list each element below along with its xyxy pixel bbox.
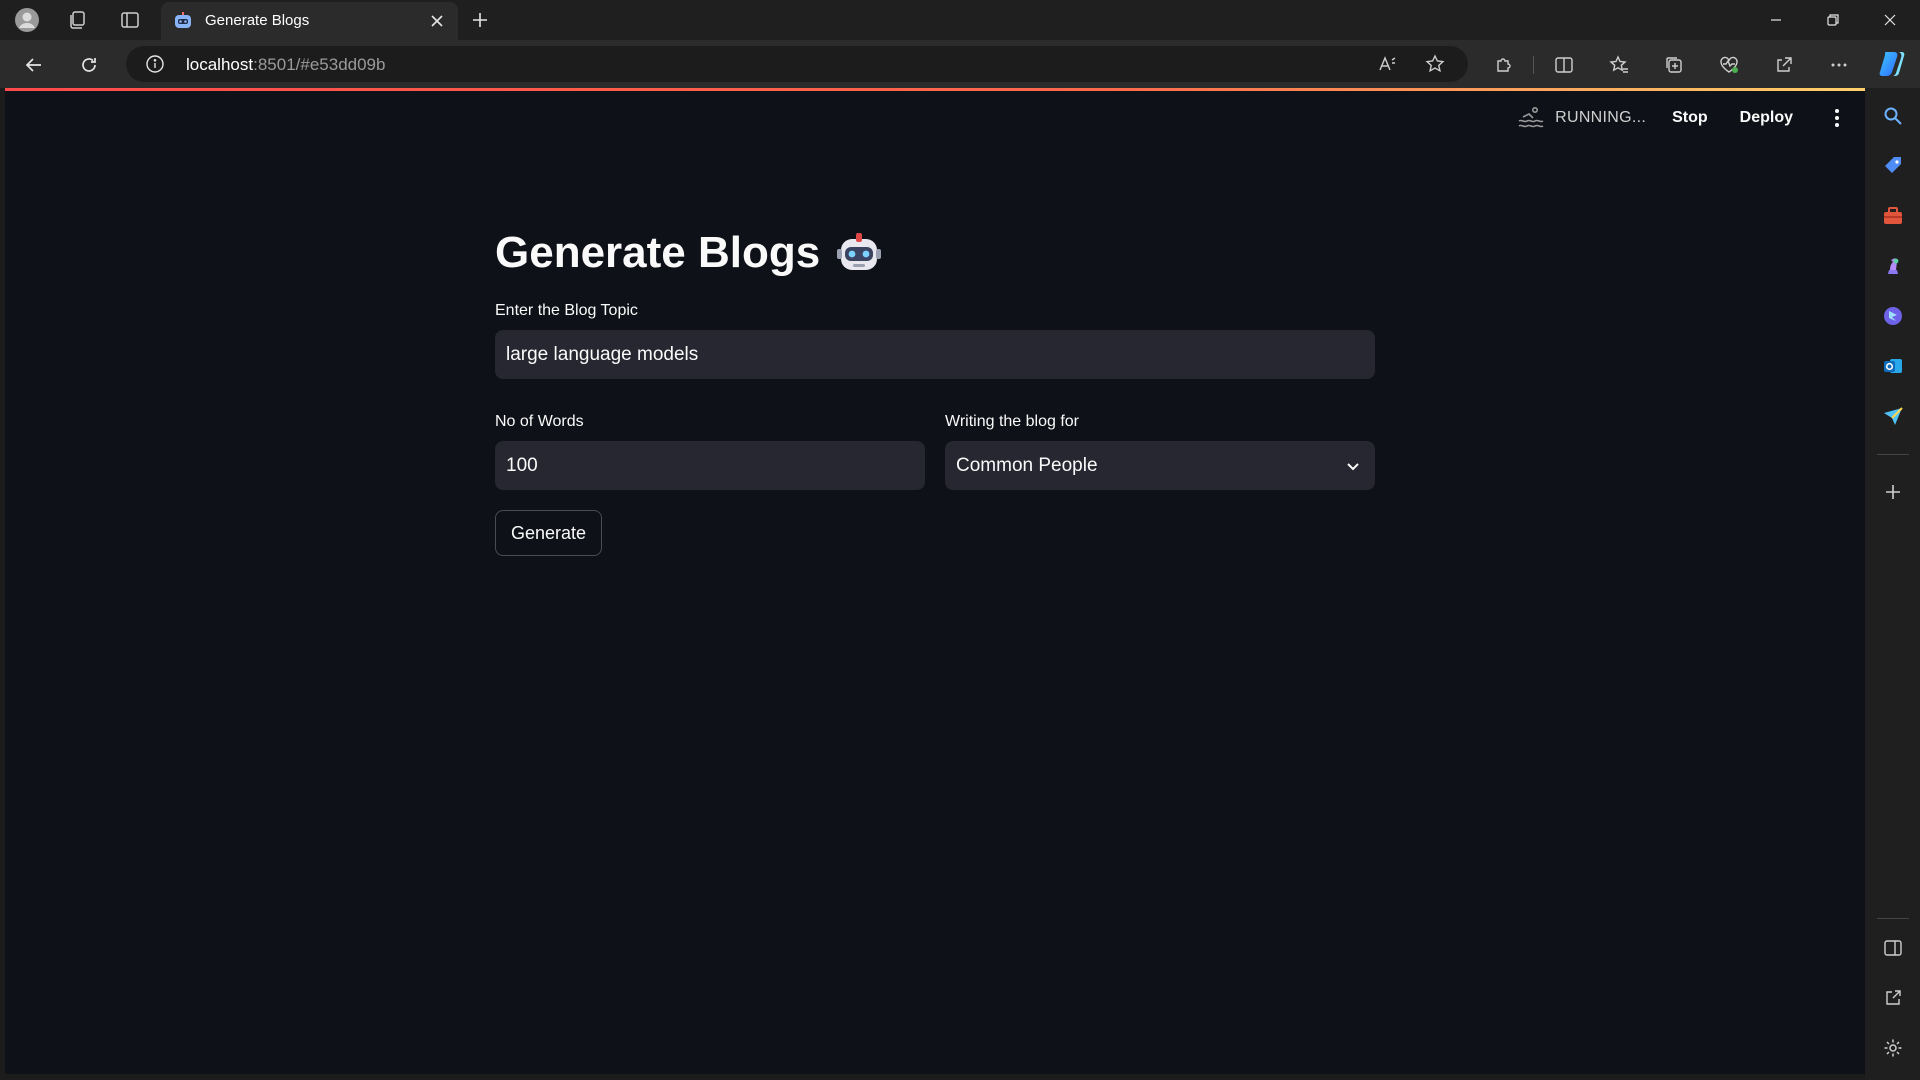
stop-button[interactable]: Stop	[1672, 109, 1708, 127]
url-path: :8501/#e53dd09b	[253, 55, 386, 74]
word-count-group: No of Words 100	[495, 413, 925, 490]
heart-pulse-icon[interactable]	[1714, 50, 1744, 80]
tab-title: Generate Blogs	[205, 12, 310, 29]
share-icon[interactable]	[1769, 50, 1799, 80]
new-tab-plus-icon[interactable]	[466, 6, 494, 34]
close-icon[interactable]	[426, 10, 448, 32]
tab-generate-blogs[interactable]: Generate Blogs	[161, 2, 458, 40]
minimize-icon[interactable]	[1748, 0, 1804, 40]
send-icon[interactable]	[1879, 402, 1907, 430]
bing-icon[interactable]	[1879, 302, 1907, 330]
chevron-down-icon	[1347, 462, 1359, 470]
profile-icon[interactable]	[13, 6, 41, 34]
app-header: RUNNING... Stop Deploy	[1517, 100, 1865, 136]
extensions-icon[interactable]	[1489, 50, 1519, 80]
streamlit-page: RUNNING... Stop Deploy Generate Blogs En…	[5, 88, 1865, 1074]
main-menu-icon[interactable]	[1825, 106, 1849, 130]
main-content: Generate Blogs Enter the Blog Topic larg…	[495, 228, 1375, 556]
window-close-icon[interactable]	[1862, 0, 1918, 40]
collections-icon[interactable]	[1659, 50, 1689, 80]
audience-select[interactable]: Common People	[945, 441, 1375, 490]
toolbar-divider	[1533, 56, 1534, 74]
word-count-label: No of Words	[495, 413, 584, 430]
audience-value: Common People	[956, 454, 1098, 476]
url-host: localhost	[186, 55, 254, 74]
search-icon[interactable]	[1879, 102, 1907, 130]
robot-favicon-icon	[173, 11, 193, 31]
page-title: Generate Blogs	[495, 228, 1375, 278]
copilot-icon[interactable]	[1876, 48, 1908, 80]
star-icon[interactable]	[1422, 51, 1448, 77]
tab-strip: Generate Blogs	[0, 0, 1920, 40]
generate-button[interactable]: Generate	[495, 510, 603, 556]
running-status: RUNNING...	[1517, 106, 1646, 130]
url-text[interactable]: localhost:8501/#e53dd09b	[186, 55, 385, 75]
page-title-text: Generate Blogs	[495, 228, 821, 277]
tag-icon[interactable]	[1879, 152, 1907, 180]
audience-group: Writing the blog for Common People	[945, 413, 1375, 490]
sidebar-divider	[1877, 454, 1909, 455]
edge-sidebar	[1865, 88, 1920, 1080]
address-bar[interactable]: localhost:8501/#e53dd09b	[126, 46, 1468, 82]
read-aloud-icon[interactable]	[1374, 51, 1400, 77]
sidebar-divider-bottom	[1877, 918, 1909, 919]
blog-topic-label: Enter the Blog Topic	[495, 302, 638, 319]
word-count-value: 100	[506, 454, 538, 476]
running-label: RUNNING...	[1555, 109, 1647, 126]
external-link-icon[interactable]	[1879, 984, 1907, 1012]
audience-label: Writing the blog for	[945, 413, 1079, 430]
toolbox-icon[interactable]	[1879, 202, 1907, 230]
outlook-icon[interactable]	[1879, 352, 1907, 380]
blog-topic-value: large language models	[506, 343, 699, 365]
running-progress-bar	[5, 88, 1865, 91]
add-plus-icon[interactable]	[1879, 478, 1907, 506]
address-bar-row: localhost:8501/#e53dd09b	[0, 40, 1920, 88]
split-screen-icon[interactable]	[1549, 50, 1579, 80]
back-arrow-icon[interactable]	[19, 50, 49, 80]
workspaces-icon[interactable]	[63, 6, 91, 34]
robot-icon	[837, 233, 882, 270]
blog-topic-group: Enter the Blog Topic large language mode…	[495, 302, 1375, 379]
gear-icon[interactable]	[1879, 1034, 1907, 1062]
options-row: No of Words 100 Writing the blog for Com…	[495, 413, 1375, 490]
chess-icon[interactable]	[1879, 252, 1907, 280]
deploy-button[interactable]: Deploy	[1740, 109, 1793, 127]
word-count-input[interactable]: 100	[495, 441, 925, 490]
blog-topic-input[interactable]: large language models	[495, 330, 1375, 379]
info-icon[interactable]	[144, 53, 166, 75]
more-icon[interactable]	[1824, 50, 1854, 80]
refresh-icon[interactable]	[74, 50, 104, 80]
swimmer-icon	[1518, 106, 1544, 128]
restore-icon[interactable]	[1805, 0, 1861, 40]
panel-icon[interactable]	[1879, 934, 1907, 962]
favorites-icon[interactable]	[1604, 50, 1634, 80]
tab-actions-icon[interactable]	[116, 6, 144, 34]
